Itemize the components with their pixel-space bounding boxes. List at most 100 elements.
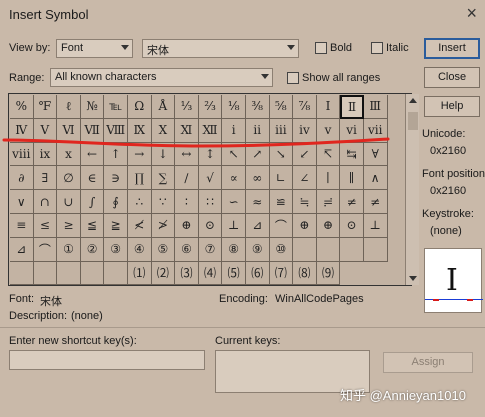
symbol-cell[interactable]: ∑ — [151, 166, 176, 191]
symbol-cell[interactable]: ⊙ — [340, 213, 364, 238]
symbol-cell[interactable]: ⑹ — [245, 261, 270, 286]
scroll-thumb[interactable] — [408, 112, 418, 130]
symbol-cell[interactable]: ⅜ — [245, 95, 270, 119]
symbol-cell[interactable]: ≯ — [151, 213, 176, 238]
scroll-down-icon[interactable] — [409, 276, 417, 281]
symbol-cell[interactable]: ∠ — [293, 166, 317, 191]
symbol-cell[interactable]: ↸ — [316, 142, 341, 167]
symbol-cell[interactable]: ⑸ — [222, 261, 246, 286]
symbol-cell[interactable]: ⑦ — [198, 237, 223, 262]
symbol-cell[interactable]: ℉ — [33, 95, 58, 119]
symbol-cell[interactable]: ⅛ — [222, 95, 246, 119]
checkbox-box[interactable] — [287, 72, 299, 84]
symbol-cell[interactable]: Ⅹ — [151, 118, 176, 143]
symbol-cell[interactable]: Å — [151, 95, 176, 119]
symbol-cell[interactable]: ⊥ — [222, 213, 246, 238]
symbol-cell[interactable]: ∮ — [104, 190, 128, 214]
symbol-cell[interactable]: ∪ — [57, 190, 81, 214]
scroll-up-icon[interactable] — [409, 98, 417, 103]
symbol-cell[interactable]: ↘ — [269, 142, 294, 167]
symbol-cell[interactable]: ⊥ — [363, 213, 388, 238]
shortcut-input[interactable] — [9, 350, 205, 370]
symbol-cell[interactable]: ⌒ — [269, 213, 294, 238]
range-select[interactable]: All known characters — [50, 68, 273, 87]
symbol-cell[interactable] — [293, 237, 317, 262]
symbol-cell[interactable]: ⅓ — [175, 95, 199, 119]
checkbox-box[interactable] — [315, 42, 327, 54]
symbol-cell[interactable]: ⅝ — [269, 95, 294, 119]
symbol-cell[interactable]: ∋ — [104, 166, 128, 191]
symbol-cell[interactable] — [80, 261, 105, 286]
symbol-cell[interactable]: ∧ — [363, 166, 388, 191]
symbol-cell[interactable]: ⑺ — [269, 261, 294, 286]
assign-button[interactable]: Assign — [383, 352, 473, 373]
help-button[interactable]: Help — [424, 96, 480, 117]
symbol-cell[interactable] — [316, 237, 341, 262]
symbol-cell[interactable]: Ⅶ — [80, 118, 105, 143]
symbol-cell[interactable]: ∽ — [222, 190, 246, 214]
symbol-cell[interactable] — [33, 261, 58, 286]
symbol-cell[interactable]: Ⅳ — [10, 118, 34, 143]
symbol-cell[interactable]: ≒ — [293, 190, 317, 214]
symbol-cell[interactable]: ⑻ — [293, 261, 317, 286]
font-select[interactable]: 宋体 — [142, 39, 299, 58]
symbol-cell[interactable]: ∏ — [127, 166, 152, 191]
symbol-cell[interactable]: ∃ — [33, 166, 58, 191]
symbol-cell[interactable]: Ⅱ — [340, 95, 364, 119]
symbol-cell[interactable]: ⅶ — [363, 118, 388, 143]
symbol-cell[interactable]: ∥ — [340, 166, 364, 191]
symbol-cell[interactable] — [363, 237, 388, 262]
symbol-cell[interactable] — [104, 261, 128, 286]
symbol-cell[interactable]: √ — [198, 166, 223, 191]
symbol-cell[interactable]: ⅷ — [10, 142, 34, 167]
symbol-cell[interactable]: ≥ — [57, 213, 81, 238]
symbol-cell[interactable]: ⅔ — [198, 95, 223, 119]
italic-checkbox[interactable]: Italic — [371, 42, 409, 54]
symbol-cell[interactable] — [10, 261, 34, 286]
symbol-cell[interactable]: ↙ — [293, 142, 317, 167]
show-all-ranges-checkbox[interactable]: Show all ranges — [287, 72, 380, 84]
symbol-cell[interactable]: ∈ — [80, 166, 105, 191]
symbol-cell[interactable]: Ⅺ — [175, 118, 199, 143]
symbol-cell[interactable]: Ω — [127, 95, 152, 119]
symbol-cell[interactable]: ∵ — [151, 190, 176, 214]
symbol-cell[interactable]: Ⅲ — [363, 95, 388, 119]
symbol-cell[interactable]: ⅲ — [269, 118, 294, 143]
symbol-cell[interactable]: ⊙ — [198, 213, 223, 238]
symbol-cell[interactable]: ⊿ — [245, 213, 270, 238]
symbol-cell[interactable]: ℓ — [57, 95, 81, 119]
symbol-cell[interactable]: ∷ — [198, 190, 223, 214]
symbol-cell[interactable]: Ⅵ — [57, 118, 81, 143]
insert-button[interactable]: Insert — [424, 38, 480, 59]
symbol-cell[interactable]: ∶ — [175, 190, 199, 214]
symbol-cell[interactable]: ↹ — [340, 142, 364, 167]
symbol-cell[interactable]: ⑧ — [222, 237, 246, 262]
symbol-cell[interactable]: ⑨ — [245, 237, 270, 262]
symbol-cell[interactable]: ∕ — [175, 166, 199, 191]
symbol-cell[interactable]: ⑥ — [175, 237, 199, 262]
symbol-cell[interactable]: ⅞ — [293, 95, 317, 119]
symbol-cell[interactable]: ② — [80, 237, 105, 262]
symbol-cell[interactable]: ⊿ — [10, 237, 34, 262]
symbol-cell[interactable]: ≌ — [269, 190, 294, 214]
symbol-cell[interactable]: ∣ — [316, 166, 341, 191]
symbol-cell[interactable]: ⑩ — [269, 237, 294, 262]
symbol-cell[interactable]: ↔ — [175, 142, 199, 167]
symbol-cell[interactable]: ≤ — [33, 213, 58, 238]
symbol-cell[interactable]: ≡ — [10, 213, 34, 238]
close-icon[interactable]: × — [466, 3, 477, 24]
symbol-cell[interactable]: ≦ — [80, 213, 105, 238]
symbol-cell[interactable]: ⑵ — [151, 261, 176, 286]
symbol-cell[interactable]: ⑷ — [198, 261, 223, 286]
symbol-cell[interactable]: ⅸ — [33, 142, 58, 167]
symbol-cell[interactable]: ∝ — [222, 166, 246, 191]
symbol-cell[interactable]: ⅰ — [222, 118, 246, 143]
symbol-cell[interactable]: Ⅴ — [33, 118, 58, 143]
symbol-cell[interactable] — [340, 237, 364, 262]
symbol-cell[interactable]: ⅹ — [57, 142, 81, 167]
symbol-cell[interactable]: ⌒ — [33, 237, 58, 262]
symbol-cell[interactable]: Ⅷ — [104, 118, 128, 143]
symbol-cell[interactable]: ④ — [127, 237, 152, 262]
checkbox-box[interactable] — [371, 42, 383, 54]
grid-scrollbar[interactable] — [405, 94, 419, 285]
